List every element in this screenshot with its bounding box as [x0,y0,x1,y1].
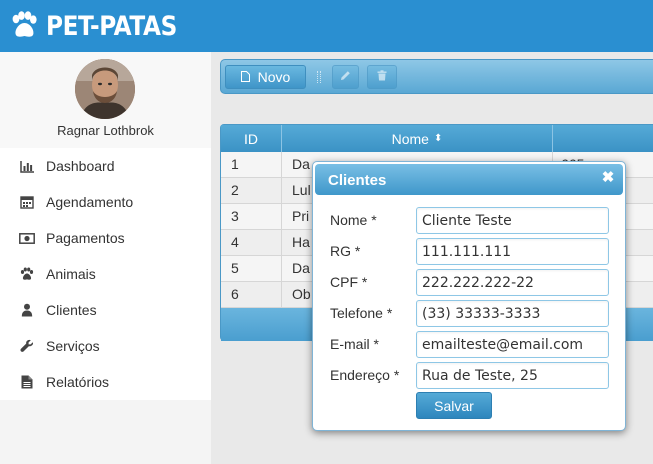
cell-id: 1 [221,152,282,177]
sidebar-item-label: Animais [46,266,96,282]
avatar [75,59,135,119]
sidebar: Ragnar Lothbrok Dashboard Agendamento Pa… [0,52,211,464]
sidebar-menu: Dashboard Agendamento Pagamentos Animais… [0,148,211,400]
cell-id: 3 [221,204,282,229]
rg-input[interactable] [416,238,609,265]
delete-button[interactable] [367,65,397,89]
sort-icon: ⬍ [433,133,443,144]
telefone-label: Telefone * [330,305,393,321]
nome-input[interactable] [416,207,609,234]
cell-id: 4 [221,230,282,255]
table-header: ID Nome ⬍ [221,125,653,152]
email-label: E-mail * [330,336,380,352]
user-name: Ragnar Lothbrok [57,123,154,138]
column-header-nome[interactable]: Nome ⬍ [282,125,553,152]
sidebar-item-label: Agendamento [46,194,134,210]
calendar-icon [19,194,35,210]
column-header-id[interactable]: ID [221,125,282,152]
pencil-icon [340,68,351,86]
cpf-label: CPF * [330,274,368,290]
cell-id: 6 [221,282,282,307]
form-row-nome: Nome * [313,207,627,234]
user-profile: Ragnar Lothbrok [0,52,211,148]
endereco-input[interactable] [416,362,609,389]
dialog-title: Clientes [328,172,387,189]
paw-logo-icon [10,11,38,41]
form-row-telefone: Telefone * [313,300,627,327]
sidebar-item-label: Relatórios [46,374,110,390]
close-icon[interactable]: ✖ [601,170,615,185]
document-icon [19,374,35,390]
sidebar-item-clientes[interactable]: Clientes [0,292,211,328]
form-row-email: E-mail * [313,331,627,358]
sidebar-item-dashboard[interactable]: Dashboard [0,148,211,184]
email-input[interactable] [416,331,609,358]
telefone-input[interactable] [416,300,609,327]
toolbar-separator [317,71,321,83]
wrench-icon [19,338,35,354]
sidebar-item-pagamentos[interactable]: Pagamentos [0,220,211,256]
column-header-telefone[interactable] [553,125,653,152]
sidebar-item-servicos[interactable]: Serviços [0,328,211,364]
form-row-cpf: CPF * [313,269,627,296]
sidebar-item-animais[interactable]: Animais [0,256,211,292]
sidebar-item-label: Pagamentos [46,230,125,246]
client-dialog: Clientes ✖ Nome * RG * CPF * Telefone * … [312,161,626,431]
endereco-label: Endereço * [330,367,400,383]
dialog-header[interactable]: Clientes ✖ [315,164,623,195]
new-button-label: Novo [257,69,291,85]
rg-label: RG * [330,243,361,259]
user-icon [19,302,35,318]
new-document-icon [240,69,250,85]
column-header-label: ID [244,130,258,147]
cpf-input[interactable] [416,269,609,296]
brand[interactable]: PET-PATAS [10,8,198,44]
nome-label: Nome * [330,212,377,228]
bar-chart-icon [19,158,35,174]
cell-id: 5 [221,256,282,281]
column-header-label: Nome [391,130,429,147]
form-row-rg: RG * [313,238,627,265]
form-row-endereco: Endereço * [313,362,627,389]
save-button[interactable]: Salvar [416,392,492,419]
trash-icon [377,68,387,86]
brand-name: PET-PATAS [46,10,177,42]
money-icon [19,230,35,246]
sidebar-item-relatorios[interactable]: Relatórios [0,364,211,400]
top-bar: PET-PATAS [0,0,653,52]
cell-id: 2 [221,178,282,203]
paw-icon [19,266,35,282]
edit-button[interactable] [332,65,359,89]
sidebar-item-label: Dashboard [46,158,115,174]
sidebar-item-label: Clientes [46,302,97,318]
toolbar: Novo [220,59,653,94]
new-button[interactable]: Novo [225,65,306,89]
sidebar-item-label: Serviços [46,338,100,354]
sidebar-item-agendamento[interactable]: Agendamento [0,184,211,220]
